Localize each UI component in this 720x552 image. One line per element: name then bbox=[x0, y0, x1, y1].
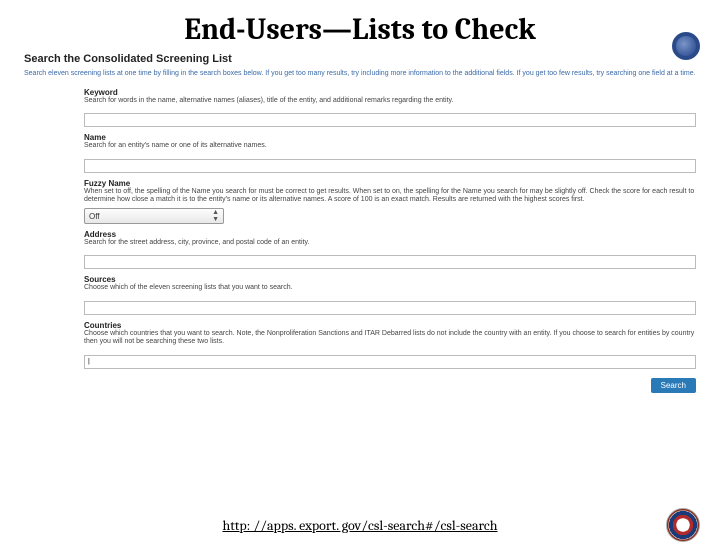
keyword-help: Search for words in the name, alternativ… bbox=[84, 97, 696, 106]
name-help: Search for an entity's name or one of it… bbox=[84, 142, 696, 151]
page-title: Search the Consolidated Screening List bbox=[24, 53, 696, 65]
name-label: Name bbox=[84, 133, 696, 142]
name-block: Name Search for an entity's name or one … bbox=[84, 133, 696, 172]
fuzzy-label: Fuzzy Name bbox=[84, 179, 696, 188]
footer-url-link[interactable]: http: //apps. export. gov/csl-search#/cs… bbox=[0, 517, 720, 534]
screenshot-content: Search the Consolidated Screening List S… bbox=[0, 53, 720, 393]
fuzzy-select[interactable]: Off ▲▼ bbox=[84, 208, 224, 224]
fuzzy-block: Fuzzy Name When set to off, the spelling… bbox=[84, 179, 696, 225]
search-button[interactable]: Search bbox=[651, 378, 696, 393]
keyword-label: Keyword bbox=[84, 88, 696, 97]
chevron-updown-icon: ▲▼ bbox=[212, 209, 219, 223]
sources-block: Sources Choose which of the eleven scree… bbox=[84, 275, 696, 314]
countries-label: Countries bbox=[84, 321, 696, 330]
dept-seal-icon bbox=[666, 508, 700, 542]
slide-title: End-Users—Lists to Check bbox=[0, 12, 720, 47]
address-block: Address Search for the street address, c… bbox=[84, 230, 696, 269]
name-input[interactable] bbox=[84, 159, 696, 173]
countries-help: Choose which countries that you want to … bbox=[84, 330, 696, 348]
countries-block: Countries Choose which countries that yo… bbox=[84, 321, 696, 369]
sources-input[interactable] bbox=[84, 301, 696, 315]
corner-logo-circle bbox=[672, 32, 700, 60]
fuzzy-select-value: Off bbox=[89, 212, 100, 221]
countries-input[interactable] bbox=[84, 355, 696, 369]
fuzzy-help: When set to off, the spelling of the Nam… bbox=[84, 188, 696, 206]
address-help: Search for the street address, city, pro… bbox=[84, 239, 696, 248]
sources-label: Sources bbox=[84, 275, 696, 284]
keyword-input[interactable] bbox=[84, 113, 696, 127]
page-subtitle: Search eleven screening lists at one tim… bbox=[24, 69, 696, 78]
address-label: Address bbox=[84, 230, 696, 239]
address-input[interactable] bbox=[84, 255, 696, 269]
sources-help: Choose which of the eleven screening lis… bbox=[84, 284, 696, 293]
keyword-block: Keyword Search for words in the name, al… bbox=[84, 88, 696, 127]
search-row: Search bbox=[84, 375, 696, 393]
